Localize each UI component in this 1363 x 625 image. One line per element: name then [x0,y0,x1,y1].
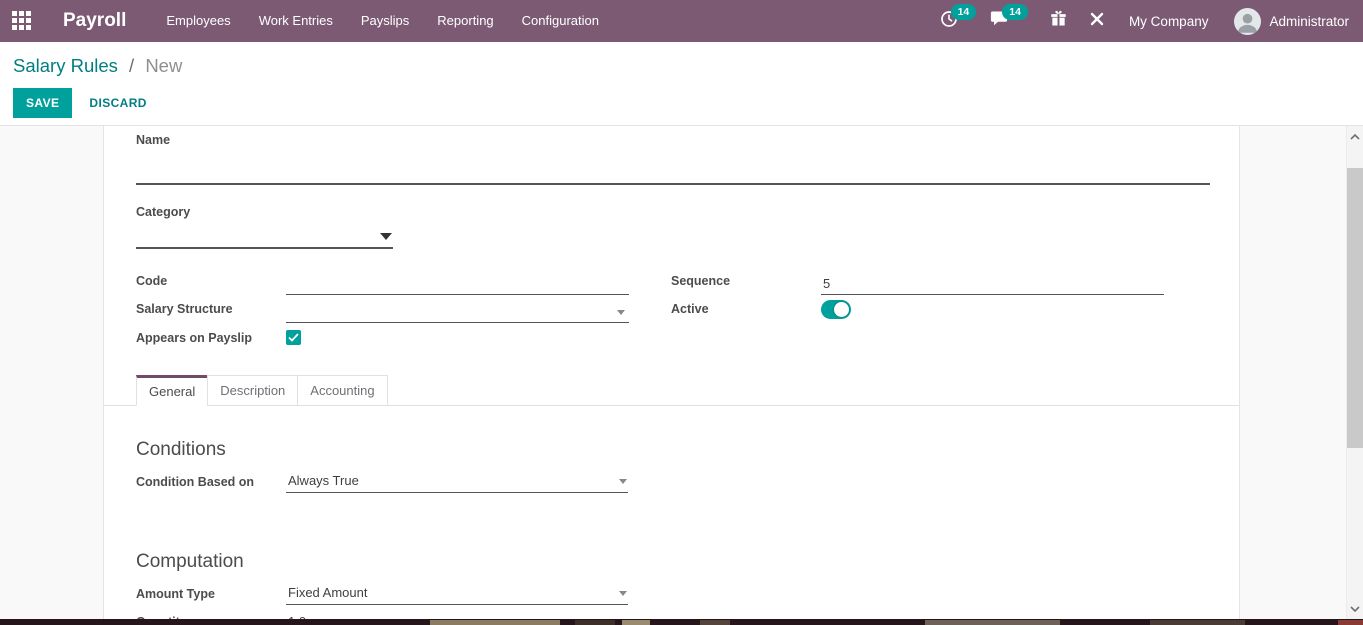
apps-menu-button[interactable] [12,11,32,31]
name-input[interactable] [136,152,1210,185]
tools-button[interactable] [1089,11,1105,32]
amount-type-caret-icon[interactable] [619,591,627,596]
salary-structure-label: Salary Structure [136,302,233,316]
app-title[interactable]: Payroll [63,10,126,32]
nav-item-payslips[interactable]: Payslips [347,0,423,42]
nav-item-reporting[interactable]: Reporting [423,0,507,42]
computation-heading: Computation [136,551,244,572]
taskbar-fragment [1150,620,1245,625]
condition-based-on-label: Condition Based on [136,475,255,489]
company-menu[interactable]: My Company [1129,14,1209,29]
scrollbar-thumb[interactable] [1347,168,1363,448]
breadcrumb-salary-rules[interactable]: Salary Rules [13,55,118,76]
sequence-input[interactable]: 5 [821,273,1164,295]
navbar-right: 14 14 My Company Administrator [926,3,1349,35]
messages-button[interactable]: 14 [990,4,1028,32]
taskbar-fragment [925,620,1060,625]
active-label: Active [671,302,709,316]
category-dropdown-caret-icon[interactable] [380,233,392,240]
tools-icon [1089,11,1105,32]
nav-item-work-entries[interactable]: Work Entries [245,0,347,42]
control-panel: Salary Rules / New SAVE DISCARD [0,42,1363,126]
category-input[interactable] [136,220,393,249]
code-input[interactable] [286,273,629,295]
condition-caret-icon[interactable] [619,479,627,484]
taskbar-fragment [575,620,615,625]
taskbar-fragment [700,620,730,625]
salary-structure-input[interactable] [286,301,629,323]
tab-accounting[interactable]: Accounting [297,375,388,406]
appears-on-payslip-checkbox[interactable] [286,330,301,345]
sequence-label: Sequence [671,274,731,288]
nav-item-configuration[interactable]: Configuration [508,0,613,42]
amount-type-label: Amount Type [136,587,215,601]
scroll-down-arrow-icon[interactable] [1347,601,1363,617]
condition-based-on-select[interactable]: Always True [286,470,628,493]
avatar [1234,7,1262,35]
salary-structure-caret-icon[interactable] [617,310,625,315]
vertical-scrollbar[interactable] [1346,126,1363,625]
breadcrumb-current: New [145,55,183,76]
scroll-up-arrow-icon[interactable] [1347,129,1363,145]
taskbar-fragment [622,620,650,625]
activity-count-badge: 14 [950,3,977,20]
apps-grid-icon [12,11,17,16]
action-buttons: SAVE DISCARD [13,88,1363,118]
breadcrumb: Salary Rules / New [13,42,1363,77]
form-sheet: Name Category Code Sequence 5 Salary Str… [103,126,1240,625]
gift-icon [1050,10,1067,32]
toggle-knob [834,302,849,317]
app-window: Payroll Employees Work Entries Payslips … [0,0,1363,625]
user-name: Administrator [1269,13,1349,29]
discard-button[interactable]: DISCARD [75,88,160,118]
top-navbar: Payroll Employees Work Entries Payslips … [0,0,1363,42]
taskbar-fragment [1338,620,1363,625]
active-toggle[interactable] [821,300,851,319]
save-button[interactable]: SAVE [13,88,73,118]
conditions-heading: Conditions [136,439,226,460]
message-count-badge: 14 [1002,4,1028,20]
activities-button[interactable]: 14 [940,3,977,33]
taskbar-fragment [430,620,560,625]
code-label: Code [136,274,168,288]
form-view: Name Category Code Sequence 5 Salary Str… [0,126,1363,625]
tab-general[interactable]: General [136,375,209,406]
rewards-button[interactable] [1050,10,1067,32]
navbar-left: Payroll Employees Work Entries Payslips … [12,0,613,42]
check-icon [288,329,299,347]
name-label: Name [136,133,171,147]
tab-description[interactable]: Description [207,375,299,406]
main-menu: Employees Work Entries Payslips Reportin… [152,0,613,42]
amount-type-select[interactable]: Fixed Amount [286,582,628,605]
user-menu[interactable]: Administrator [1234,7,1349,35]
appears-on-payslip-label: Appears on Payslip [136,331,253,345]
notebook-tabs: General Description Accounting [104,374,1239,406]
background-window-strip [0,619,1363,625]
breadcrumb-separator: / [129,55,135,76]
category-label: Category [136,205,191,219]
nav-item-employees[interactable]: Employees [152,0,244,42]
